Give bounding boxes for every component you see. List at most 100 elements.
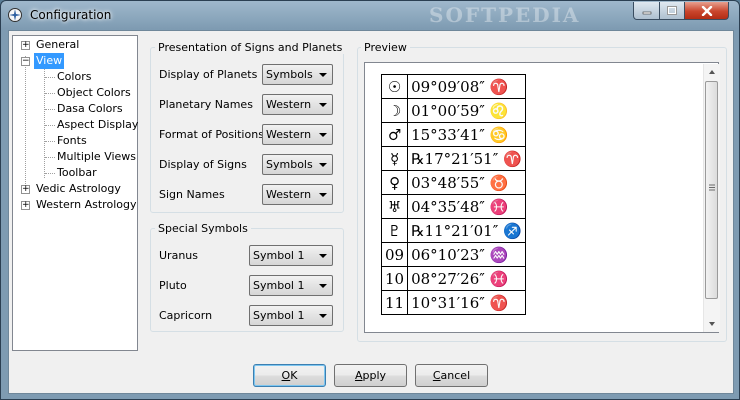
cancel-label: ancel	[440, 369, 471, 382]
table-row: 10 08°27′26″ ♓	[380, 266, 526, 291]
ok-button[interactable]: OK	[253, 364, 326, 387]
grip-icon	[709, 184, 715, 191]
tree-connector	[45, 109, 55, 110]
tree-item-label: Object Colors	[57, 86, 131, 99]
house-position: 06°10′23″ ♒	[407, 242, 526, 267]
planet-position: ℞11°21′01″ ♐	[407, 218, 526, 243]
table-row: ☿ ℞17°21′51″ ♈	[380, 146, 526, 171]
planet-position: 09°09′08″ ♈	[407, 74, 526, 99]
display-of-planets-select[interactable]: Symbols	[262, 64, 333, 85]
planet-position: 15°33′41″ ♋	[407, 122, 526, 147]
apply-label: pply	[362, 369, 387, 382]
planet-symbol: ☽	[380, 98, 409, 123]
planet-symbol: ☿	[380, 146, 409, 171]
capricorn-symbol-select[interactable]: Symbol 1	[249, 305, 333, 326]
table-row: ☽ 01°00′59″ ♌	[380, 98, 526, 123]
close-icon	[701, 5, 712, 16]
chevron-down-icon	[319, 193, 327, 197]
tree-item-aspect-display[interactable]: Aspect Display	[13, 117, 139, 133]
ok-label: K	[290, 369, 298, 382]
apply-button[interactable]: Apply	[334, 364, 407, 387]
uranus-symbol-select[interactable]: Symbol 1	[249, 245, 333, 266]
tree-item-vedic-astrology[interactable]: + Vedic Astrology	[13, 181, 137, 197]
tree-connector	[45, 93, 55, 94]
cancel-accelerator: C	[432, 369, 441, 382]
settings-tree[interactable]: + General − View Colors Object Colors Da…	[12, 35, 138, 351]
planetary-names-select[interactable]: Western	[262, 94, 333, 115]
preview-scrollbar[interactable]	[703, 64, 720, 332]
tree-item-label: General	[36, 38, 80, 51]
expand-icon[interactable]: +	[21, 201, 30, 210]
cancel-button[interactable]: Cancel	[415, 364, 488, 387]
preview-table: ☉ 09°09′08″ ♈ ☽ 01°00′59″ ♌ ♂ 15°33′41″ ♋ ☿…	[380, 74, 526, 315]
table-row: 09 06°10′23″ ♒	[380, 242, 526, 267]
app-icon	[8, 8, 22, 22]
preview-group-title: Preview	[361, 41, 410, 54]
close-button[interactable]	[684, 2, 729, 20]
selected-value: Western	[266, 188, 312, 201]
tree-item-toolbar[interactable]: Toolbar	[13, 165, 137, 181]
display-of-signs-select[interactable]: Symbols	[262, 154, 333, 175]
table-row: ♀ 03°48′55″ ♉	[380, 170, 526, 195]
scrollbar-thumb[interactable]	[705, 81, 718, 299]
tree-item-label: View	[34, 53, 65, 69]
expand-icon[interactable]: +	[21, 185, 30, 194]
table-row: ☉ 09°09′08″ ♈	[380, 74, 526, 99]
tree-item-colors[interactable]: Colors	[13, 69, 137, 85]
house-position: 08°27′26″ ♓	[407, 266, 526, 291]
tree-item-general[interactable]: + General	[13, 37, 137, 53]
watermark: SOFTPEDIA	[429, 3, 581, 27]
tree-item-object-colors[interactable]: Object Colors	[13, 85, 137, 101]
maximize-button[interactable]	[659, 2, 685, 20]
ok-accelerator: O	[281, 369, 291, 382]
title-bar[interactable]: Configuration SOFTPEDIA	[1, 1, 739, 29]
pluto-symbol-select[interactable]: Symbol 1	[249, 275, 333, 296]
planet-symbol: ♅	[380, 194, 409, 219]
selected-value: Symbols	[266, 68, 313, 81]
tree-item-label: Fonts	[57, 134, 87, 147]
tree-connector	[45, 125, 55, 126]
chevron-down-icon	[319, 103, 327, 107]
tree-item-label: Aspect Display	[57, 118, 139, 131]
planet-position: 03°48′55″ ♉	[407, 170, 526, 195]
table-row: ♇ ℞11°21′01″ ♐	[380, 218, 526, 243]
tree-item-dasa-colors[interactable]: Dasa Colors	[13, 101, 137, 117]
dialog-body: + General − View Colors Object Colors Da…	[8, 30, 734, 394]
format-of-positions-select[interactable]: Western	[262, 124, 333, 145]
minimize-icon	[642, 11, 651, 14]
maximize-icon	[667, 6, 677, 15]
minimize-button[interactable]	[633, 2, 660, 20]
planet-symbol: ♀	[380, 170, 409, 195]
format-of-positions-label: Format of Positions	[159, 128, 264, 141]
tree-item-multiple-views[interactable]: Multiple Views	[13, 149, 137, 165]
chevron-down-icon	[319, 314, 327, 318]
tree-item-label: Toolbar	[57, 166, 97, 179]
display-of-signs-label: Display of Signs	[159, 158, 247, 171]
expand-icon[interactable]: +	[21, 41, 30, 50]
house-number: 11	[380, 290, 409, 315]
tree-item-western-astrology[interactable]: + Western Astrology	[13, 197, 137, 213]
selected-value: Symbol 1	[253, 309, 305, 322]
sign-names-label: Sign Names	[159, 188, 225, 201]
tree-item-label: Colors	[57, 70, 92, 83]
tree-item-fonts[interactable]: Fonts	[13, 133, 137, 149]
sign-names-select[interactable]: Western	[262, 184, 333, 205]
planetary-names-label: Planetary Names	[159, 98, 253, 111]
selected-value: Western	[266, 128, 312, 141]
scroll-up-icon[interactable]	[709, 70, 715, 74]
collapse-icon[interactable]: −	[21, 57, 30, 66]
house-number: 10	[380, 266, 409, 291]
display-of-planets-label: Display of Planets	[159, 68, 258, 81]
tree-item-label: Multiple Views	[57, 150, 137, 163]
presentation-group-title: Presentation of Signs and Planets	[155, 41, 346, 54]
pluto-label: Pluto	[159, 279, 187, 292]
tree-item-view[interactable]: − View	[13, 53, 137, 69]
capricorn-label: Capricorn	[159, 309, 213, 322]
planet-symbol: ♇	[380, 218, 409, 243]
preview-panel: ☉ 09°09′08″ ♈ ☽ 01°00′59″ ♌ ♂ 15°33′41″ ♋ ☿…	[364, 62, 720, 333]
scroll-down-icon[interactable]	[709, 322, 715, 326]
tree-item-label: Dasa Colors	[57, 102, 123, 115]
configuration-window: Configuration SOFTPEDIA + General − View	[0, 0, 740, 400]
chevron-down-icon	[319, 73, 327, 77]
chevron-down-icon	[319, 254, 327, 258]
